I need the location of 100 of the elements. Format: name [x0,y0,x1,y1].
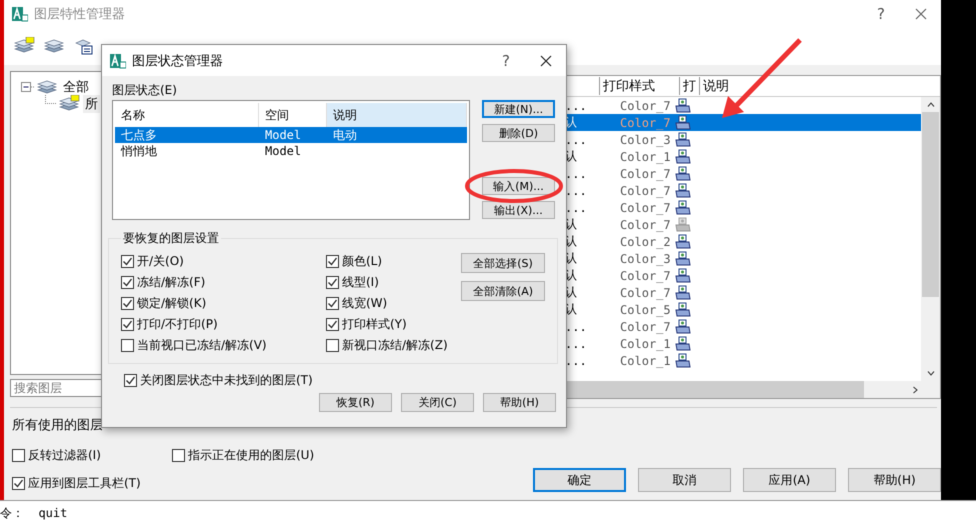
checkbox-label: 冻结/解冻(F) [137,274,206,291]
printer-icon[interactable] [675,336,692,352]
help-button[interactable]: ? [859,4,903,22]
side-button[interactable]: 新建(N)... [482,100,555,118]
checkbox[interactable] [121,339,134,352]
side-button[interactable]: 删除(D) [482,124,555,142]
table-cell-text: ... [565,336,588,350]
app-icon [110,52,126,68]
checkbox-label: 开/关(O) [137,253,184,270]
checkbox[interactable] [326,276,339,289]
dialog-button[interactable]: 关闭(C) [401,393,474,412]
table-cell-text: Color_7 [620,184,672,198]
list-row[interactable]: 七点多 Model 电动 [115,127,467,143]
checkbox-label: 线型(I) [342,274,379,291]
table-cell-text: Color_1 [620,354,672,368]
table-cell-text: Color_7 [620,166,672,180]
checkbox[interactable] [326,297,339,310]
group-button[interactable]: 全部选择(S) [461,253,545,273]
close-icon[interactable] [540,54,552,66]
dialog-button[interactable]: 帮助(H) [848,468,941,492]
table-cell-text: Color_7 [620,116,672,130]
command-text: 令： quit [0,504,68,522]
checkbox-label: 颜色(L) [342,253,382,270]
checkbox-label: 应用到图层工具栏(T) [28,474,141,492]
printer-icon[interactable] [675,352,692,368]
printer-icon[interactable] [675,98,692,114]
column-header[interactable]: 说明 [327,103,467,127]
tree-item[interactable]: 所 [83,94,100,112]
vertical-scrollbar[interactable] [921,97,940,381]
printer-icon[interactable] [675,132,692,148]
printer-icon[interactable] [675,148,692,164]
checkbox[interactable] [121,276,134,289]
checkbox-label: 锁定/解锁(K) [137,295,206,312]
printer-icon[interactable] [675,302,692,318]
checkbox[interactable] [124,374,137,387]
checkbox[interactable] [326,318,339,331]
column-header[interactable]: 打 [679,77,700,95]
checkbox-label: 打印样式(Y) [342,316,407,333]
table-cell-text: Color_2 [620,234,672,248]
dialog-button[interactable]: 应用(A) [743,468,836,492]
checkbox-label: 指示正在使用的图层(U) [188,446,314,464]
table-cell-text: ... [565,166,588,180]
list-row[interactable]: 悄悄地 Model [115,143,467,159]
table-cell-text: Color_1 [620,150,672,164]
checkbox[interactable] [172,448,185,462]
side-button[interactable]: 输入(M)... [482,177,555,195]
dialog-button[interactable]: 取消 [638,468,731,492]
layers-icon [59,94,81,112]
dialog-button[interactable]: 恢复(R) [319,393,392,412]
table-cell-text: Color_3 [620,252,672,266]
table-cell-text: ... [565,132,588,146]
printer-icon[interactable] [675,166,692,182]
help-button[interactable]: ? [484,52,528,70]
group-button[interactable]: 全部清除(A) [461,281,545,301]
checkbox[interactable] [326,255,339,268]
list-cell-text: 悄悄地 [120,142,158,160]
scroll-down-icon[interactable] [926,371,934,376]
scroll-up-icon[interactable] [926,102,934,107]
table-cell-text: Color_7 [620,286,672,300]
scroll-right-icon[interactable] [913,386,918,394]
checkbox[interactable] [326,339,339,352]
checkbox-label: 当前视口已冻结/解冻(V) [137,337,267,354]
table-cell-text: Color_7 [620,268,672,282]
list-cell-text: 七点多 [120,126,158,144]
checkbox[interactable] [12,476,25,490]
checkbox-label: 反转过滤器(I) [28,446,101,464]
table-cell-text: Color_1 [620,336,672,350]
collapse-icon[interactable] [21,82,35,92]
checkbox-label: 关闭图层状态中未找到的图层(T) [140,372,313,389]
list-cell-text: Model [264,144,302,158]
new-layer-icon [14,37,36,55]
checkbox[interactable] [121,255,134,268]
printer-icon[interactable] [675,200,692,216]
dialog-button[interactable]: 帮助(H) [483,393,556,412]
table-row[interactable]: ... Color_1 [314,352,921,369]
printer-icon[interactable] [675,268,692,284]
column-header[interactable]: 打印样式 [599,77,680,95]
printer-icon[interactable] [675,284,692,300]
table-cell-text: ... [565,184,588,198]
dialog-button[interactable]: 确定 [533,468,626,492]
checkbox[interactable] [12,448,25,462]
layer-state-icon [44,37,66,55]
table-cell-text: ... [565,354,588,368]
side-button[interactable]: 输出(X)... [482,201,555,219]
layer-settings-icon[interactable] [74,37,94,55]
checkbox-label: 线宽(W) [342,295,388,312]
app-icon [12,6,28,22]
table-cell-text: Color_7 [620,218,672,232]
printer-icon[interactable] [675,234,692,250]
column-header[interactable]: 说明 [699,77,800,95]
list-cell-text: Model [264,128,302,142]
checkbox[interactable] [121,297,134,310]
checkbox[interactable] [121,318,134,331]
printer-icon[interactable] [675,318,692,334]
layers-icon [37,78,59,96]
tree-item[interactable]: 全部 [61,78,91,96]
printer-icon[interactable] [675,182,692,198]
dialog-title: 图层状态管理器 [132,52,224,70]
printer-icon[interactable] [675,114,692,130]
printer-icon[interactable] [675,250,692,266]
